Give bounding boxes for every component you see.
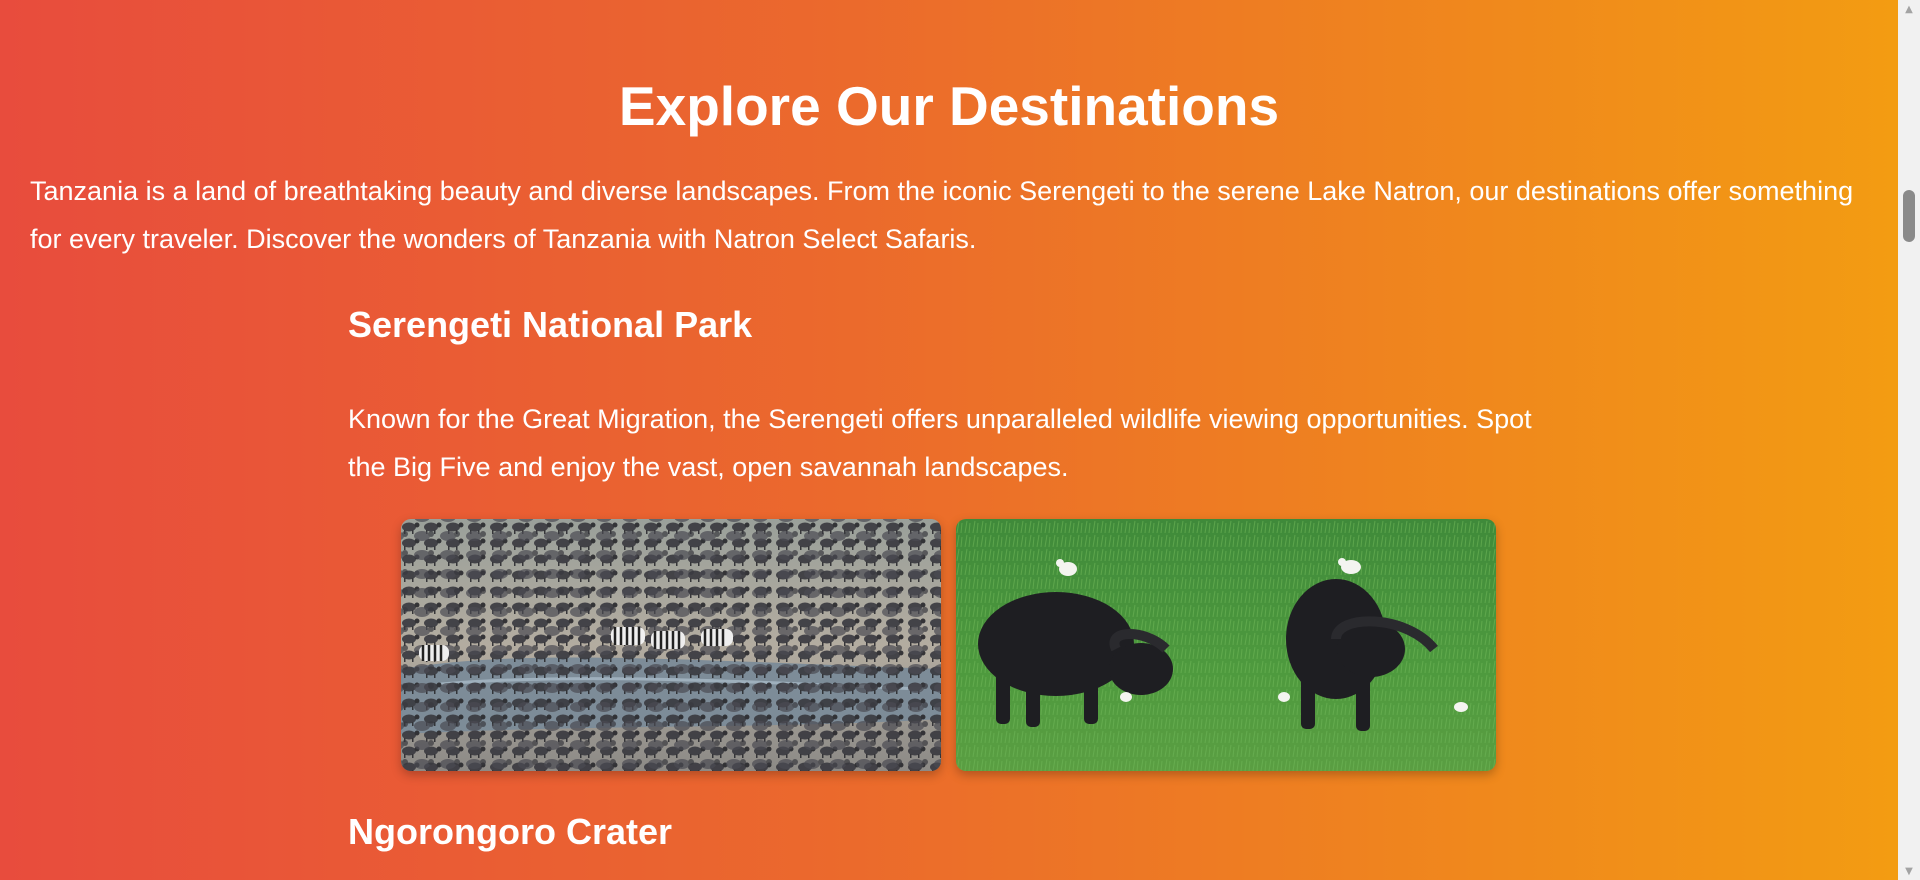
intro-paragraph: Tanzania is a land of breathtaking beaut… <box>30 176 1854 254</box>
scroll-thumb[interactable] <box>1903 190 1915 242</box>
destination-section-serengeti: Serengeti National Park <box>348 303 1558 347</box>
wildebeest-herd-image <box>401 519 941 771</box>
vertical-scrollbar[interactable]: ▲ ▼ <box>1898 0 1920 880</box>
triangle-down-icon[interactable]: ▼ <box>1898 862 1920 880</box>
destination-section-ngorongoro: Ngorongoro Crater <box>348 810 1558 854</box>
cape-buffalo-image <box>956 519 1496 771</box>
triangle-up-icon[interactable]: ▲ <box>1898 0 1920 18</box>
page-title: Explore Our Destinations <box>618 75 1280 137</box>
destination-description: Known for the Great Migration, the Seren… <box>348 404 1532 482</box>
destination-title: Serengeti National Park <box>348 304 753 345</box>
destination-title: Ngorongoro Crater <box>348 811 672 852</box>
destinations-page: Explore Our Destinations Tanzania is a l… <box>0 0 1898 880</box>
image-gallery <box>401 519 1497 771</box>
